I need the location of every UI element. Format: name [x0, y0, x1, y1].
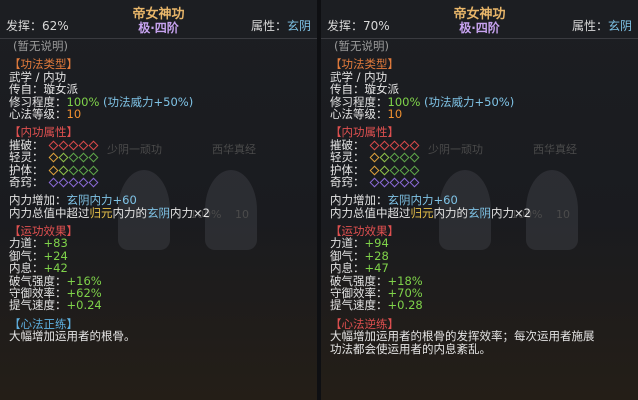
level-line: 心法等级：10 — [9, 106, 82, 121]
attribute-diamond-icon — [88, 140, 99, 151]
neili-bonus: 内力总值中超过归元内力的玄阴内力×2 — [330, 205, 531, 220]
attribute-diamond-icon — [379, 165, 390, 175]
attribute-diamond-icon — [369, 140, 380, 151]
attribute-diamond-icon — [399, 140, 410, 151]
neigong-row: 奇窍： — [330, 175, 634, 188]
neigong-row: 轻灵： — [330, 151, 634, 164]
attribute-diamond-icon — [379, 140, 390, 151]
attribute-diamond-icon — [48, 165, 59, 175]
attribute-diamond-icon — [78, 140, 89, 151]
attribute-diamond-icon — [68, 152, 79, 163]
xinfa-text-continued: 功法都会使运用者的内息紊乱。 — [330, 341, 491, 356]
attribute: 属性：玄阴 — [250, 19, 311, 33]
attribute-diamond-icon — [58, 177, 69, 188]
attribute-diamond-icon — [58, 165, 69, 175]
tooltip-body: (暂无说明) 【功法类型】 武学 / 内功 传自：璇女派 修习程度：100% (功法威力… — [9, 40, 313, 343]
attribute-diamond-icon — [88, 177, 99, 188]
attribute-diamond-icon — [379, 152, 390, 163]
attribute-diamond-icon — [409, 165, 420, 175]
attribute-diamond-icon — [78, 152, 89, 163]
attribute-diamond-icon — [48, 152, 59, 163]
neigong-row: 摧破： — [330, 138, 634, 151]
level-line: 心法等级：10 — [330, 106, 403, 121]
section-header-type: 【功法类型】 — [9, 57, 78, 72]
attribute-diamond-icon — [68, 165, 79, 175]
attribute-diamond-icon — [399, 165, 410, 175]
attribute-diamond-icon — [88, 165, 99, 175]
stat-row: 提气速度：+0.24 — [9, 298, 102, 313]
attribute-diamond-icon — [68, 177, 79, 188]
attribute-diamond-icon — [399, 152, 410, 163]
neigong-row: 护体： — [330, 163, 634, 176]
attribute-diamond-icon — [409, 177, 420, 188]
attribute-diamond-icon — [409, 140, 420, 151]
neili-bonus: 内力总值中超过归元内力的玄阴内力×2 — [9, 205, 210, 220]
attribute-diamond-icon — [48, 177, 59, 188]
attribute-diamond-icon — [48, 140, 59, 151]
attribute-diamond-icon — [389, 165, 400, 175]
neigong-row: 摧破： — [9, 138, 313, 151]
attribute: 属性：玄阴 — [571, 19, 632, 33]
xinfa-text: 大幅增加运用者的根骨的发挥效率；每次运用者施展 — [330, 329, 595, 344]
section-header-neigong: 【内功属性】 — [9, 125, 78, 140]
attribute-diamond-icon — [369, 152, 380, 163]
attribute-diamond-icon — [389, 152, 400, 163]
neigong-row: 轻灵： — [9, 151, 313, 164]
section-header-neigong: 【内功属性】 — [330, 125, 399, 140]
xinfa-text: 大幅增加运用者的根骨。 — [9, 329, 136, 344]
attribute-diamond-icon — [68, 140, 79, 151]
stat-row: 提气速度：+0.28 — [330, 298, 423, 313]
attribute-diamond-icon — [58, 152, 69, 163]
right-tooltip-panel: 少阴一顽功 西华真经 100% 10 发挥：70% 帝女神功 极·四阶 属性：玄阴 (暂… — [321, 0, 638, 400]
attribute-diamond-icon — [78, 165, 89, 175]
attribute-diamond-icon — [389, 140, 400, 151]
neigong-row: 护体： — [9, 163, 313, 176]
attribute-diamond-icon — [399, 177, 410, 188]
neigong-row: 奇窍： — [9, 175, 313, 188]
left-tooltip-panel: 少阴一顽功 西华真经 100% 10 发挥：62% 帝女神功 极·四阶 属性：玄阴 (暂… — [0, 0, 317, 400]
section-header-type: 【功法类型】 — [330, 57, 399, 72]
attribute-diamond-icon — [58, 140, 69, 151]
tooltip-header: 发挥：70% 帝女神功 极·四阶 属性：玄阴 — [321, 0, 638, 39]
attribute-diamond-icon — [369, 177, 380, 188]
tooltip-body: (暂无说明) 【功法类型】 武学 / 内功 传自：璇女派 修习程度：100% (功法威力… — [330, 40, 634, 355]
tooltip-header: 发挥：62% 帝女神功 极·四阶 属性：玄阴 — [0, 0, 317, 39]
attribute-diamond-icon — [379, 177, 390, 188]
skill-description: (暂无说明) — [334, 39, 389, 53]
attribute-diamond-icon — [409, 152, 420, 163]
attribute-diamond-icon — [88, 152, 99, 163]
attribute-diamond-icon — [78, 177, 89, 188]
attribute-diamond-icon — [389, 177, 400, 188]
skill-description: (暂无说明) — [13, 39, 68, 53]
attribute-diamond-icon — [369, 165, 380, 175]
